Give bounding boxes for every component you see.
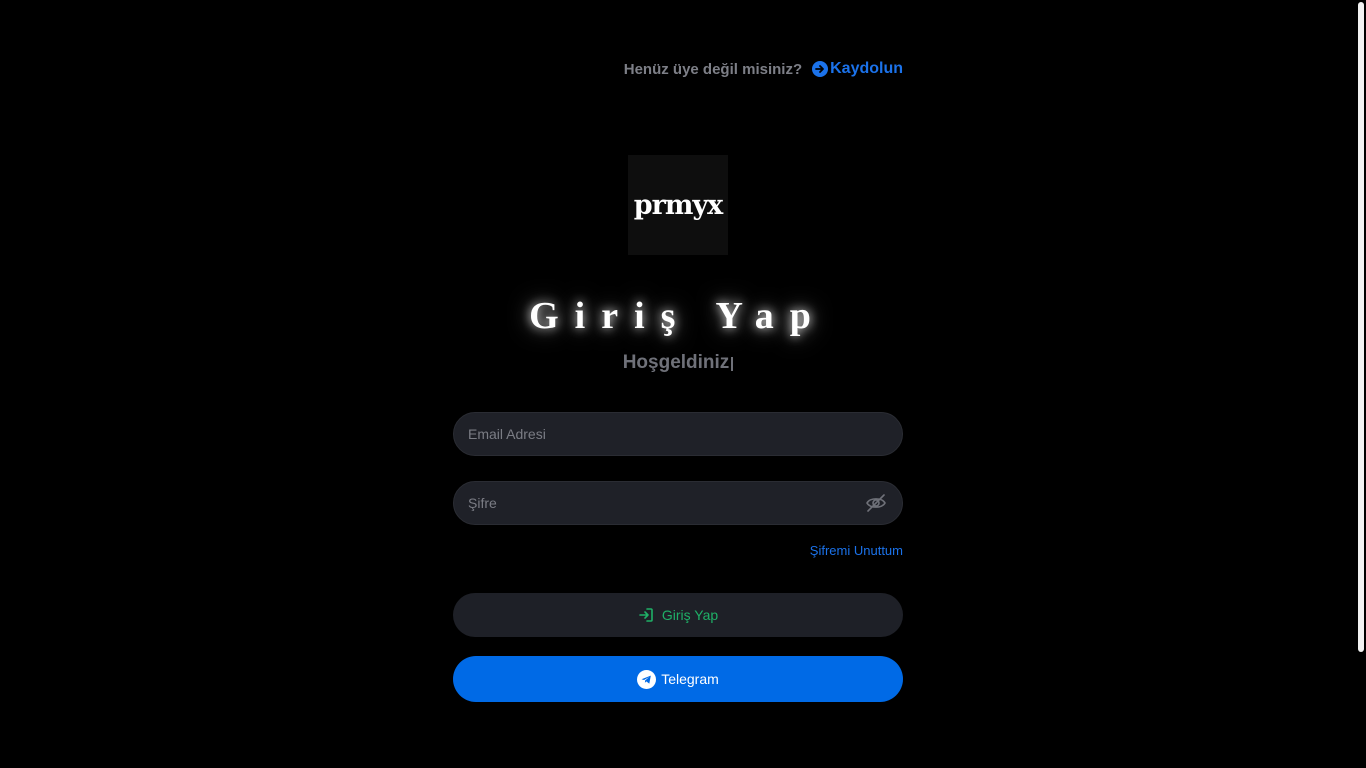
logo: prmyx xyxy=(628,155,728,255)
signup-row: Henüz üye değil misiniz? Kaydolun xyxy=(453,60,903,78)
telegram-button-label: Telegram xyxy=(661,671,719,687)
password-input[interactable] xyxy=(453,481,903,525)
page-title: Giriş Yap xyxy=(529,295,827,337)
logo-text: prmyx xyxy=(633,189,723,221)
email-input[interactable] xyxy=(453,412,903,456)
signup-link[interactable]: Kaydolun xyxy=(812,60,903,78)
login-page: Henüz üye değil misiniz? Kaydolun prmyx … xyxy=(0,0,1366,768)
eye-slash-icon[interactable] xyxy=(865,492,887,514)
password-field-wrapper xyxy=(453,481,903,525)
forgot-password-link[interactable]: Şifremi Unuttum xyxy=(810,543,903,558)
sign-in-icon xyxy=(638,607,654,623)
arrow-right-circle-icon xyxy=(812,61,829,77)
login-button[interactable]: Giriş Yap xyxy=(453,593,903,637)
email-field-wrapper xyxy=(453,412,903,456)
scrollbar[interactable] xyxy=(1358,2,1364,652)
welcome-subtitle: Hoşgeldiniz xyxy=(453,352,903,374)
login-button-label: Giriş Yap xyxy=(661,607,719,623)
signup-link-label: Kaydolun xyxy=(830,60,903,77)
telegram-button[interactable]: Telegram xyxy=(453,656,903,702)
welcome-text: Hoşgeldiniz xyxy=(622,352,730,373)
signup-question: Henüz üye değil misiniz? xyxy=(623,60,803,78)
typing-caret xyxy=(731,357,734,371)
telegram-icon xyxy=(637,669,657,689)
